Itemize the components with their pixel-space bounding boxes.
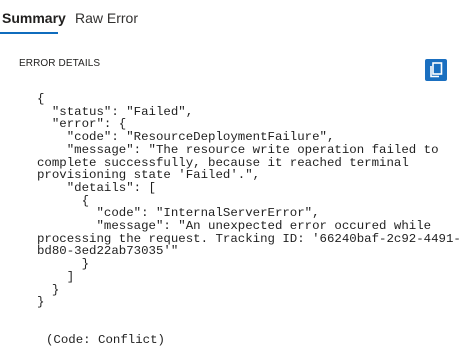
error-code-text: (Code: Conflict) — [46, 333, 165, 347]
tab-raw-error[interactable]: Raw Error — [75, 9, 138, 27]
tab-bar: Summary Raw Error — [0, 0, 474, 36]
tab-summary[interactable]: Summary — [2, 9, 66, 27]
copy-icon — [430, 62, 443, 78]
active-tab-indicator — [0, 32, 58, 34]
section-title: ERROR DETAILS — [19, 58, 101, 69]
copy-button[interactable] — [425, 59, 447, 81]
error-details-json: { "status": "Failed", "error": { "code":… — [37, 92, 461, 310]
